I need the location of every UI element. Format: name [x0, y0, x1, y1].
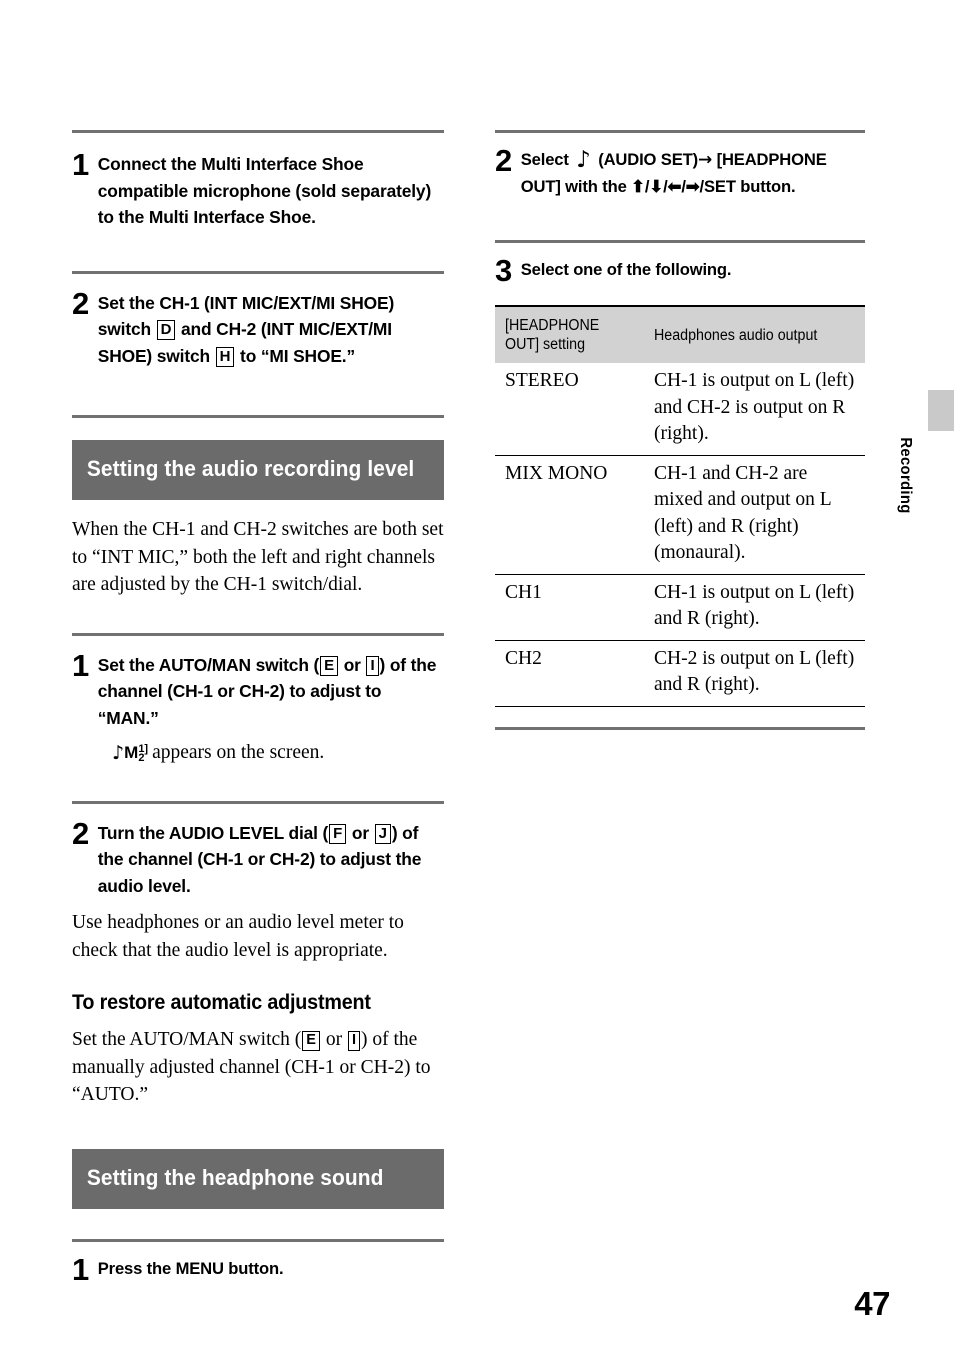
table-row: MIX MONO CH-1 and CH-2 are mixed and out… [495, 454, 865, 574]
step-text-part2: or [351, 822, 369, 843]
step-text-part4: SET button. [704, 176, 796, 196]
cell-output: CH-2 is output on L (left) and R (right)… [644, 639, 865, 707]
step-number: 2 [495, 143, 512, 178]
step-text: Turn the AUDIO LEVEL dial (F or J) of th… [98, 820, 444, 900]
step-number: 1 [72, 647, 89, 683]
step-select-one-following: 3 Select one of the following. [495, 253, 865, 288]
indicator-fraction: 1] 2 [138, 743, 148, 764]
subheading-restore-automatic: To restore automatic adjustment [72, 991, 371, 1014]
section-heading-audio-level: Setting the audio recording level [72, 440, 444, 500]
indicator-sub: 2 [138, 752, 145, 764]
table-row: STEREO CH-1 is output on L (left) and CH… [495, 363, 865, 455]
right-column: 2 Select ♪ (AUDIO SET)→ [HEADPHONE OUT] … [495, 130, 865, 730]
cell-setting: STEREO [505, 370, 579, 391]
left-right-arrow-icons: ⬅/➡/ [667, 176, 705, 196]
step-select-audio-set: 2 Select ♪ (AUDIO SET)→ [HEADPHONE OUT] … [495, 143, 865, 200]
table-header-row: [HEADPHONE OUT] setting Headphones audio… [495, 305, 865, 363]
switch-marker-e: E [320, 655, 338, 676]
section-heading-headphone-sound: Setting the headphone sound [72, 1148, 444, 1209]
step-number: 1 [72, 147, 89, 182]
audio-level-check-paragraph: Use headphones or an audio level meter t… [72, 912, 404, 961]
right-arrow-icon: → [697, 150, 713, 170]
step-text-part2: or [343, 654, 361, 675]
screen-indicator-line: ♪M 1] 2 appears on the screen. [72, 739, 444, 767]
restore-text-part1: Set the AUTO/MAN switch ( [72, 1029, 302, 1050]
manual-page: 1 Connect the Multi Interface Shoe compa… [0, 0, 954, 1357]
switch-marker-e: E [302, 1031, 320, 1051]
step-text: Select ♪ (AUDIO SET)→ [HEADPHONE OUT] wi… [521, 147, 865, 200]
dial-marker-j: J [374, 823, 391, 844]
cell-setting: CH2 [495, 639, 644, 707]
cell-setting: MIX MONO [495, 454, 644, 574]
screen-indicator-caption: appears on the screen. [152, 742, 325, 763]
step-text: Select one of the following. [520, 260, 732, 279]
up-down-arrow-icons: ⬆/⬇/ [631, 176, 668, 196]
section-rule [495, 726, 865, 730]
table-body: STEREO CH-1 is output on L (left) and CH… [495, 363, 865, 707]
column-header-setting: [HEADPHONE OUT] setting [495, 305, 644, 363]
switch-marker-i: I [347, 1031, 360, 1051]
switch-marker-i: I [366, 655, 379, 676]
step-number: 2 [72, 815, 89, 851]
step-number: 2 [72, 285, 89, 321]
cell-output: CH-1 is output on L (left) and R (right)… [644, 573, 865, 640]
section-heading-audio-level-wrap: Setting the audio recording level [72, 440, 444, 500]
music-note-icon: ♪ [112, 742, 125, 764]
cell-output: CH-1 and CH-2 are mixed and output on L … [644, 454, 865, 574]
step-connect-microphone: 1 Connect the Multi Interface Shoe compa… [72, 147, 444, 231]
step-number: 1 [72, 1251, 89, 1287]
step-turn-audio-level-dial: 2 Turn the AUDIO LEVEL dial (F or J) of … [72, 815, 444, 900]
cell-setting: CH1 [495, 573, 644, 640]
table-header: [HEADPHONE OUT] setting Headphones audio… [495, 305, 865, 363]
step-press-menu-button: 1 Press the MENU button. [72, 1251, 444, 1287]
step-text: Set the CH-1 (INT MIC/EXT/MI SHOE) switc… [98, 290, 444, 370]
step-set-ch-switches: 2 Set the CH-1 (INT MIC/EXT/MI SHOE) swi… [72, 285, 444, 370]
edge-tab-block [928, 390, 954, 431]
step-number: 3 [495, 253, 512, 288]
dial-marker-f: F [329, 823, 347, 844]
column-header-output: Headphones audio output [644, 305, 865, 363]
section-heading-headphone-sound-wrap: Setting the headphone sound [72, 1148, 444, 1209]
column-header-output-label: Headphones audio output [654, 326, 818, 344]
step-text-part1: Select [520, 150, 569, 169]
headphone-out-table: [HEADPHONE OUT] setting Headphones audio… [495, 305, 865, 707]
step-text: Connect the Multi Interface Shoe compati… [97, 154, 432, 227]
step-text-part3: to “MI SHOE.” [240, 345, 355, 366]
column-header-setting-line2: OUT] setting [505, 336, 586, 353]
step-text-part2: (AUDIO SET) [598, 150, 698, 169]
step-text: Press the MENU button. [97, 1258, 284, 1278]
step-text-part1: Set the AUTO/MAN switch ( [97, 654, 320, 675]
indicator-letter: M [124, 743, 139, 762]
step-text: Set the AUTO/MAN switch (E or I) of the … [98, 652, 444, 732]
switch-marker-h: H [215, 346, 235, 367]
edge-tab-label: Recording [897, 437, 914, 514]
step-text-part1: Turn the AUDIO LEVEL dial ( [97, 822, 329, 843]
table-row: CH1 CH-1 is output on L (left) and R (ri… [495, 573, 865, 640]
column-header-setting-line1: [HEADPHONE [505, 317, 600, 334]
music-note-icon: ♪ [576, 147, 591, 173]
table-row: CH2 CH-2 is output on L (left) and R (ri… [495, 639, 865, 707]
step-set-auto-man-switch: 1 Set the AUTO/MAN switch (E or I) of th… [72, 647, 444, 732]
left-column: 1 Connect the Multi Interface Shoe compa… [72, 130, 444, 1287]
restore-paragraph: Set the AUTO/MAN switch (E or I) of the … [72, 1026, 444, 1109]
cell-output: CH-1 is output on L (left) and CH-2 is o… [654, 370, 855, 444]
switch-marker-d: D [156, 320, 176, 340]
page-number: 47 [854, 1285, 890, 1322]
screen-indicator-glyph: ♪M 1] 2 [112, 742, 148, 764]
intro-paragraph: When the CH-1 and CH-2 switches are both… [72, 519, 444, 595]
restore-text-part2: or [325, 1029, 343, 1050]
